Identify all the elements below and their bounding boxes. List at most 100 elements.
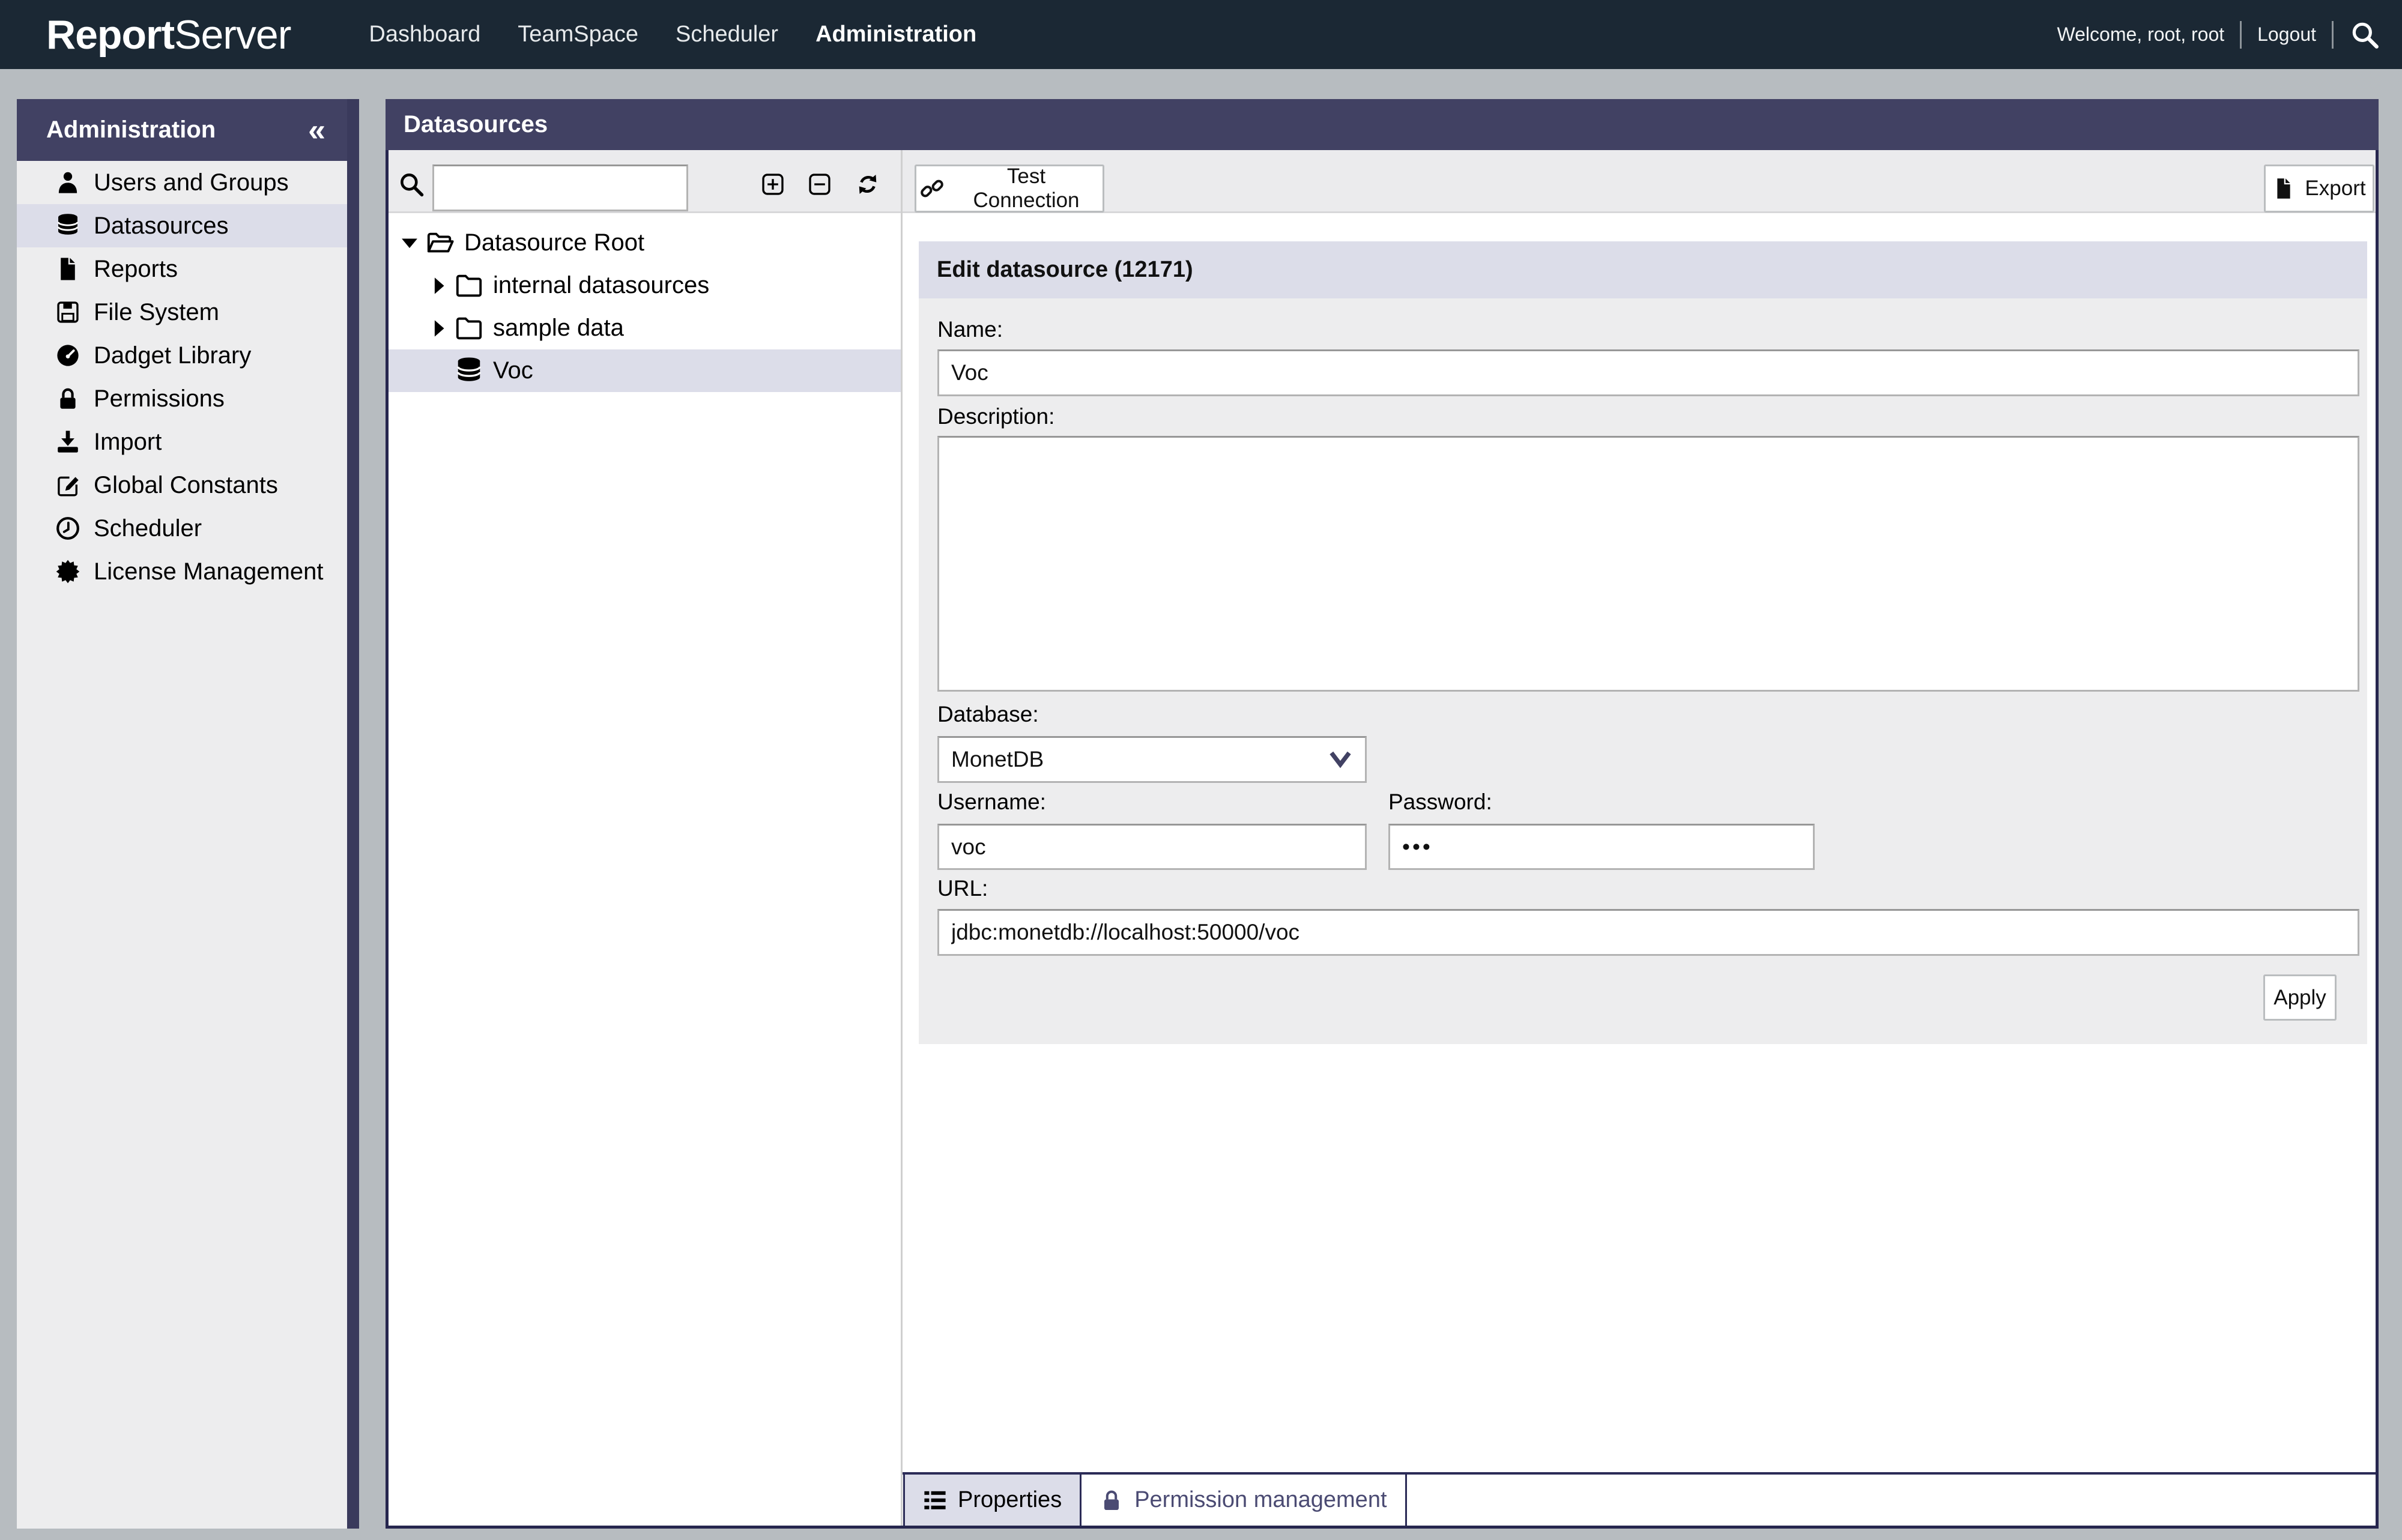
floppy-icon xyxy=(55,300,80,325)
sidebar-item-global-constants[interactable]: Global Constants xyxy=(17,464,347,507)
edit-form-title: Edit datasource (12171) xyxy=(937,257,1193,283)
tree-node-label: internal datasources xyxy=(493,272,709,299)
tree-node-sample-data[interactable]: sample data xyxy=(389,307,901,349)
tab-label: Permission management xyxy=(1134,1487,1387,1513)
caret-right-icon[interactable] xyxy=(428,318,449,339)
certificate-icon xyxy=(55,559,80,584)
sidebar-item-users-and-groups[interactable]: Users and Groups xyxy=(17,161,347,204)
nav-link-dashboard[interactable]: Dashboard xyxy=(369,22,480,47)
navbar-divider xyxy=(2332,21,2334,49)
page-title: Datasources xyxy=(404,111,548,138)
sidebar-title: Administration xyxy=(46,116,216,143)
nav-link-teamspace[interactable]: TeamSpace xyxy=(518,22,638,47)
caret-down-icon[interactable] xyxy=(399,233,420,253)
lock-icon xyxy=(1100,1488,1124,1512)
edit-icon xyxy=(55,473,80,498)
tree-node-datasource-root[interactable]: Datasource Root xyxy=(389,222,901,264)
sidebar-item-permissions[interactable]: Permissions xyxy=(17,377,347,420)
tab-permission-management[interactable]: Permission management xyxy=(1082,1475,1406,1526)
tree-node-voc[interactable]: Voc xyxy=(389,349,901,392)
tab-properties[interactable]: Properties xyxy=(903,1475,1082,1526)
sidebar-item-label: Dadget Library xyxy=(94,342,251,369)
app-logo: ReportServer xyxy=(46,11,291,58)
file-icon xyxy=(2272,177,2295,200)
main-nav: Dashboard TeamSpace Scheduler Administratio… xyxy=(369,22,976,47)
logo-light: Server xyxy=(174,12,291,58)
username-label: Username: xyxy=(937,790,1046,815)
lock-icon xyxy=(55,386,80,411)
top-navbar: ReportServer Dashboard TeamSpace Scheduler… xyxy=(0,0,2402,69)
database-icon xyxy=(55,213,80,238)
apply-button[interactable]: Apply xyxy=(2263,974,2337,1021)
tree-node-label: Datasource Root xyxy=(464,229,644,256)
database-selected-value: MonetDB xyxy=(951,747,1044,772)
database-select[interactable]: MonetDB xyxy=(937,736,1367,783)
datasource-form: Name: Description: Database: MonetDB Use… xyxy=(919,298,2367,1044)
tree-node-internal-datasources[interactable]: internal datasources xyxy=(389,264,901,307)
gauge-icon xyxy=(55,343,80,368)
sidebar-item-datasources[interactable]: Datasources xyxy=(17,204,347,247)
nav-link-administration[interactable]: Administration xyxy=(815,22,976,47)
tree-node-label: sample data xyxy=(493,315,624,342)
content-toolbar xyxy=(903,150,2376,213)
tree-search-input[interactable] xyxy=(432,165,688,211)
sidebar-edge-strip xyxy=(347,99,359,1529)
file-icon xyxy=(55,256,80,282)
sidebar-collapse-button[interactable]: « xyxy=(308,115,325,146)
download-icon xyxy=(55,429,80,454)
nav-link-scheduler[interactable]: Scheduler xyxy=(676,22,778,47)
user-icon xyxy=(55,170,80,195)
navbar-right: Welcome, root, root Logout xyxy=(2057,19,2381,50)
url-input[interactable] xyxy=(937,909,2359,956)
sidebar-item-reports[interactable]: Reports xyxy=(17,247,347,291)
folder-icon xyxy=(455,271,483,300)
password-input[interactable] xyxy=(1388,824,1815,870)
logout-link[interactable]: Logout xyxy=(2257,23,2316,46)
test-connection-button[interactable]: Test Connection xyxy=(915,165,1104,213)
search-icon[interactable] xyxy=(2349,19,2380,50)
refresh-button[interactable] xyxy=(855,172,880,197)
sidebar-item-label: Users and Groups xyxy=(94,169,289,196)
sidebar-item-label: Reports xyxy=(94,256,178,283)
sidebar-item-file-system[interactable]: File System xyxy=(17,291,347,334)
caret-spacer xyxy=(428,361,449,381)
name-label: Name: xyxy=(937,317,1003,342)
sidebar-item-scheduler[interactable]: Scheduler xyxy=(17,507,347,550)
description-label: Description: xyxy=(937,404,1054,429)
url-label: URL: xyxy=(937,876,988,901)
folder-open-icon xyxy=(426,229,455,258)
export-button[interactable]: Export xyxy=(2264,165,2374,213)
collapse-all-button[interactable] xyxy=(807,172,832,197)
reportserver-app: ReportServer Dashboard TeamSpace Scheduler… xyxy=(0,0,2402,1540)
username-input[interactable] xyxy=(937,824,1367,870)
chevron-down-icon xyxy=(1327,746,1354,773)
sidebar-item-label: Scheduler xyxy=(94,515,202,542)
sidebar-item-import[interactable]: Import xyxy=(17,420,347,464)
test-connection-label: Test Connection xyxy=(954,165,1099,213)
apply-label: Apply xyxy=(2273,986,2326,1010)
list-icon xyxy=(923,1488,947,1512)
logo-bold: Report xyxy=(46,12,174,58)
expand-all-button[interactable] xyxy=(760,172,785,197)
sidebar-item-label: License Management xyxy=(94,558,323,585)
sidebar-item-label: Import xyxy=(94,429,162,456)
welcome-text: Welcome, root, root xyxy=(2057,23,2225,46)
folder-icon xyxy=(455,314,483,343)
description-textarea[interactable] xyxy=(937,436,2359,692)
tree-node-label: Voc xyxy=(493,357,533,384)
main-panel-border xyxy=(2376,99,2379,1529)
edit-form-header: Edit datasource (12171) xyxy=(919,241,2367,298)
navbar-divider xyxy=(2240,21,2242,49)
sidebar-item-dadget-library[interactable]: Dadget Library xyxy=(17,334,347,377)
main-panel-header: Datasources xyxy=(386,99,2379,150)
sidebar-item-license-management[interactable]: License Management xyxy=(17,550,347,593)
column-divider xyxy=(901,150,903,1526)
sidebar-item-label: Datasources xyxy=(94,213,229,240)
main-panel-border xyxy=(386,1526,2379,1529)
sidebar-header: Administration « xyxy=(17,99,347,161)
sidebar-menu: Users and Groups Datasources Reports File S… xyxy=(17,161,347,593)
caret-right-icon[interactable] xyxy=(428,276,449,296)
export-label: Export xyxy=(2305,177,2365,201)
bottom-tabbar: Properties Permission management xyxy=(903,1475,1407,1526)
name-input[interactable] xyxy=(937,349,2359,396)
